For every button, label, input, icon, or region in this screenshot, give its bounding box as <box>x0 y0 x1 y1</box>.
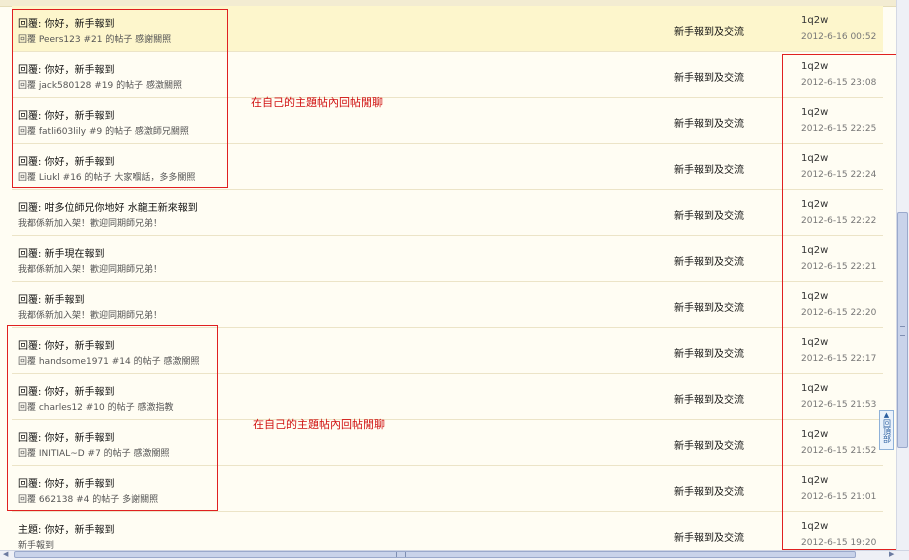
forum-name-link[interactable]: 新手報到及交流 <box>674 345 744 360</box>
author-link[interactable]: 1q2w <box>801 245 828 256</box>
post-title-link[interactable]: 回覆: 你好，新手報到 <box>18 153 115 168</box>
post-title-link[interactable]: 回覆: 你好，新手報到 <box>18 61 115 76</box>
scroll-grip-icon <box>396 552 406 557</box>
horizontal-scroll-thumb[interactable] <box>14 551 856 558</box>
author-link[interactable]: 1q2w <box>801 15 828 26</box>
annotation-text-top: 在自己的主題帖內回帖閒聊 <box>251 96 383 109</box>
post-title-link[interactable]: 回覆: 你好，新手報到 <box>18 15 115 30</box>
scroll-left-icon[interactable]: ◀ <box>3 550 8 559</box>
author-link[interactable]: 1q2w <box>801 521 828 532</box>
scroll-right-icon[interactable]: ▶ <box>889 550 894 559</box>
post-time: 2012-6-15 21:01 <box>801 492 877 502</box>
list-item: 回覆: 你好，新手報到回覆 handsome1971 #14 的帖子 感激關照 新… <box>12 328 883 374</box>
author-link[interactable]: 1q2w <box>801 291 828 302</box>
post-excerpt: 回覆 Liukl #16 的帖子 大家嗰話，多多關照 <box>18 173 196 183</box>
list-item: 回覆: 新手現在報到我都係新加入架！歡迎同期師兄弟！ 新手報到及交流 1q2w 201… <box>12 236 883 282</box>
post-excerpt: 回覆 fatli603lily #9 的帖子 感激師兄關照 <box>18 127 189 137</box>
list-item: 回覆: 咁多位師兄你地好 水龍王新來報到我都係新加入架！歡迎同期師兄弟！ 新手報到… <box>12 190 883 236</box>
author-link[interactable]: 1q2w <box>801 107 828 118</box>
post-excerpt: 回覆 Peers123 #21 的帖子 感謝關照 <box>18 35 172 45</box>
post-time: 2012-6-15 22:25 <box>801 124 877 134</box>
list-item: 回覆: 你好，新手報到回覆 Liukl #16 的帖子 大家嗰話，多多關照 新手報… <box>12 144 883 190</box>
post-title-link[interactable]: 回覆: 你好，新手報到 <box>18 475 115 490</box>
forum-name-link[interactable]: 新手報到及交流 <box>674 23 744 38</box>
back-to-top-button[interactable]: ▲ 回頂部 <box>879 410 894 450</box>
post-title-link[interactable]: 回覆: 你好，新手報到 <box>18 429 115 444</box>
post-time: 2012-6-15 22:21 <box>801 262 877 272</box>
post-excerpt: 回覆 INITIAL~D #7 的帖子 感激關照 <box>18 449 170 459</box>
list-item: 回覆: 你好，新手報到回覆 662138 #4 的帖子 多謝關照 新手報到及交流 1… <box>12 466 883 512</box>
forum-name-link[interactable]: 新手報到及交流 <box>674 483 744 498</box>
post-excerpt: 我都係新加入架！歡迎同期師兄弟！ <box>18 265 163 275</box>
post-excerpt: 回覆 handsome1971 #14 的帖子 感激關照 <box>18 357 200 367</box>
author-link[interactable]: 1q2w <box>801 153 828 164</box>
author-link[interactable]: 1q2w <box>801 383 828 394</box>
post-time: 2012-6-15 23:08 <box>801 78 877 88</box>
post-excerpt: 我都係新加入架！歡迎同期師兄弟！ <box>18 311 163 321</box>
scroll-grip-icon <box>900 326 905 336</box>
author-link[interactable]: 1q2w <box>801 199 828 210</box>
post-title-link[interactable]: 回覆: 你好，新手報到 <box>18 107 115 122</box>
forum-name-link[interactable]: 新手報到及交流 <box>674 207 744 222</box>
forum-name-link[interactable]: 新手報到及交流 <box>674 299 744 314</box>
post-excerpt: 回覆 jack580128 #19 的帖子 感激關照 <box>18 81 182 91</box>
post-title-link[interactable]: 回覆: 新手現在報到 <box>18 245 105 260</box>
list-item: 回覆: 你好，新手報到回覆 fatli603lily #9 的帖子 感激師兄關照… <box>12 98 883 144</box>
forum-name-link[interactable]: 新手報到及交流 <box>674 161 744 176</box>
list-item: 回覆: 你好，新手報到回覆 Peers123 #21 的帖子 感謝關照 新手報到及… <box>12 6 883 52</box>
forum-name-link[interactable]: 新手報到及交流 <box>674 437 744 452</box>
forum-name-link[interactable]: 新手報到及交流 <box>674 529 744 544</box>
list-item: 回覆: 你好，新手報到回覆 INITIAL~D #7 的帖子 感激關照 新手報到及… <box>12 420 883 466</box>
post-time: 2012-6-15 22:17 <box>801 354 877 364</box>
list-item: 回覆: 你好，新手報到回覆 jack580128 #19 的帖子 感激關照 新手報… <box>12 52 883 98</box>
post-time: 2012-6-15 21:53 <box>801 400 877 410</box>
author-link[interactable]: 1q2w <box>801 61 828 72</box>
forum-name-link[interactable]: 新手報到及交流 <box>674 69 744 84</box>
post-excerpt: 回覆 charles12 #10 的帖子 感激指教 <box>18 403 174 413</box>
list-item: 回覆: 新手報到我都係新加入架！歡迎同期師兄弟！ 新手報到及交流 1q2w 2012-… <box>12 282 883 328</box>
post-excerpt: 回覆 662138 #4 的帖子 多謝關照 <box>18 495 159 505</box>
post-title-link[interactable]: 回覆: 你好，新手報到 <box>18 337 115 352</box>
author-link[interactable]: 1q2w <box>801 429 828 440</box>
post-title-link[interactable]: 主題: 你好，新手報到 <box>18 521 115 536</box>
back-to-top-label: 回頂部 <box>882 419 892 443</box>
post-time: 2012-6-15 22:22 <box>801 216 877 226</box>
author-link[interactable]: 1q2w <box>801 337 828 348</box>
post-time: 2012-6-15 22:20 <box>801 308 877 318</box>
post-time: 2012-6-16 00:52 <box>801 32 877 42</box>
annotation-text-bottom: 在自己的主題帖內回帖閒聊 <box>253 418 385 431</box>
forum-name-link[interactable]: 新手報到及交流 <box>674 391 744 406</box>
up-arrow-icon: ▲ <box>883 411 890 419</box>
post-excerpt: 我都係新加入架！歡迎同期師兄弟！ <box>18 219 163 229</box>
post-time: 2012-6-15 19:20 <box>801 538 877 548</box>
forum-name-link[interactable]: 新手報到及交流 <box>674 115 744 130</box>
reply-list: 回覆: 你好，新手報到 回覆 Peers123 #21 的帖子 感謝關照 新手報到及… <box>12 6 883 558</box>
post-time: 2012-6-15 22:24 <box>801 170 877 180</box>
post-title-link[interactable]: 回覆: 咁多位師兄你地好 水龍王新來報到 <box>18 199 198 214</box>
list-item: 回覆: 你好，新手報到回覆 charles12 #10 的帖子 感激指教 新手報到… <box>12 374 883 420</box>
post-title-link[interactable]: 回覆: 你好，新手報到 <box>18 383 115 398</box>
post-title-link[interactable]: 回覆: 新手報到 <box>18 291 85 306</box>
forum-name-link[interactable]: 新手報到及交流 <box>674 253 744 268</box>
author-link[interactable]: 1q2w <box>801 475 828 486</box>
post-time: 2012-6-15 21:52 <box>801 446 877 456</box>
